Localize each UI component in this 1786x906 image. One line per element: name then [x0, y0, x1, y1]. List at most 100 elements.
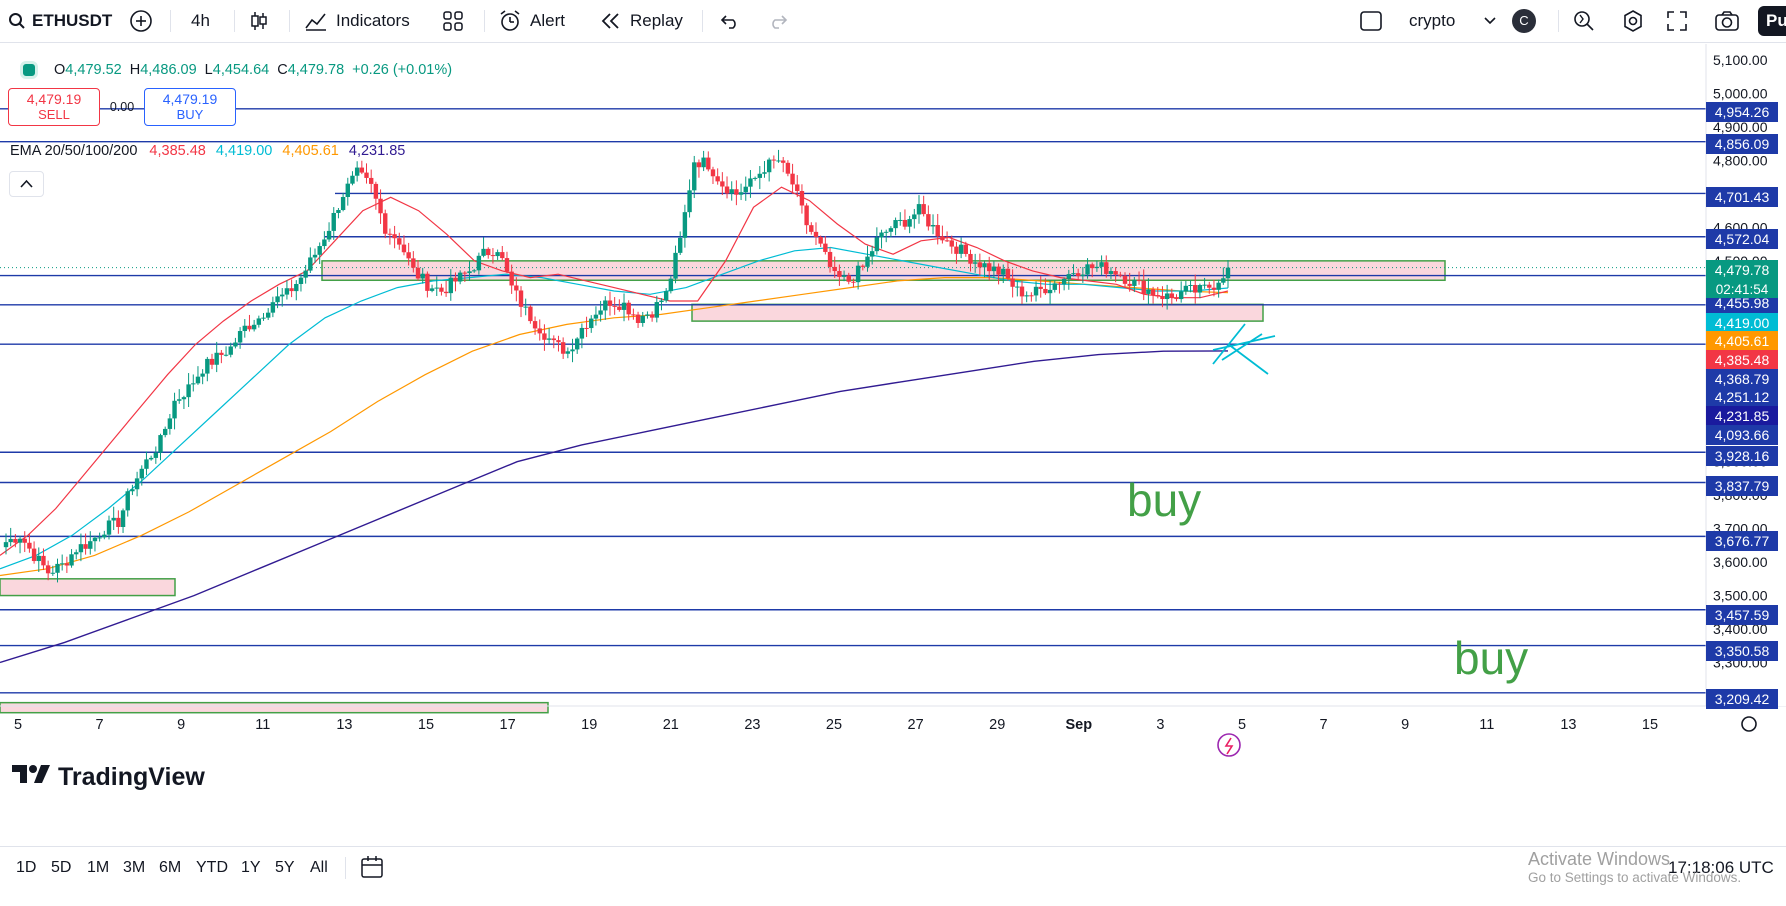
candle-body	[612, 305, 617, 307]
layout-toggle[interactable]	[1359, 0, 1383, 42]
spread-value: 0.00	[109, 100, 135, 114]
sell-button[interactable]: 4,479.19 SELL	[8, 88, 100, 126]
candle	[855, 261, 861, 290]
candle-body	[280, 294, 285, 297]
x-tick-label: 27	[908, 717, 924, 733]
candle	[308, 247, 313, 274]
buy-button[interactable]: 4,479.19 BUY	[144, 88, 236, 126]
candle-body	[958, 244, 964, 254]
collapse-legend-button[interactable]	[9, 171, 44, 197]
range-all[interactable]: All	[310, 847, 328, 889]
alert-button[interactable]: Alert	[498, 0, 565, 42]
candle-body	[884, 231, 889, 233]
range-6m[interactable]: 6M	[159, 847, 181, 889]
candle-body	[134, 478, 140, 490]
candle	[17, 535, 23, 554]
candle-body	[869, 251, 875, 257]
candle	[284, 280, 290, 300]
candle-body	[116, 517, 121, 527]
layout-dropdown[interactable]	[1483, 0, 1497, 42]
candle-body	[303, 270, 308, 278]
replay-button[interactable]: Replay	[600, 0, 683, 42]
candle	[88, 531, 93, 555]
redo-button[interactable]	[768, 0, 788, 42]
candle-body	[1113, 271, 1118, 275]
candle-body	[1141, 280, 1146, 294]
candle	[888, 226, 894, 238]
symbol-label: ETHUSDT	[32, 11, 113, 30]
candle-body	[270, 302, 276, 313]
candle	[1015, 281, 1020, 297]
compare-button[interactable]	[129, 0, 153, 42]
range-ytd[interactable]: YTD	[196, 847, 228, 889]
candle	[682, 204, 688, 248]
candle	[345, 177, 350, 206]
candle-body	[991, 266, 997, 272]
candle-body	[846, 275, 851, 282]
candle-body	[59, 563, 65, 565]
settings-button[interactable]	[1621, 0, 1645, 42]
candle-body	[926, 214, 931, 227]
x-tick-label: 3	[1156, 717, 1164, 733]
status-dot	[20, 61, 38, 79]
price-badge-label: 3,457.59	[1715, 607, 1770, 623]
candle	[912, 208, 917, 229]
fullscreen-button[interactable]	[1666, 0, 1688, 42]
candle-body	[1136, 280, 1142, 282]
x-tick-label: 11	[1479, 717, 1494, 733]
candle	[167, 413, 173, 435]
candle-body	[486, 248, 491, 256]
candle-body	[1094, 266, 1100, 269]
date-range-button[interactable]	[360, 847, 386, 889]
candle-body	[411, 258, 416, 268]
candle-body	[223, 354, 229, 356]
x-tick-label: 17	[500, 717, 516, 733]
range-3m[interactable]: 3M	[123, 847, 145, 889]
candle	[734, 180, 739, 206]
candle-body	[598, 310, 603, 315]
range-5d[interactable]: 5D	[51, 847, 71, 889]
range-1d[interactable]: 1D	[16, 847, 36, 889]
candle	[364, 163, 369, 184]
candle	[186, 373, 191, 407]
publish-button[interactable]: Pu	[1758, 0, 1786, 42]
candle-body	[125, 491, 130, 511]
candle-body	[261, 317, 266, 319]
range-5y[interactable]: 5Y	[275, 847, 295, 889]
indicators-button[interactable]: Indicators	[304, 0, 410, 42]
layout-name-button[interactable]: crypto	[1409, 0, 1455, 42]
symbol-search[interactable]: ETHUSDT	[8, 0, 112, 42]
candle-body	[809, 225, 814, 232]
candle-body	[1202, 284, 1207, 286]
change-value: +0.26 (+0.01%)	[352, 62, 453, 78]
snapshot-button[interactable]	[1714, 0, 1740, 42]
candle-body	[1174, 297, 1179, 300]
candle-body	[715, 176, 720, 182]
windows-activation-notice: Activate Windows Go to Settings to activ…	[1528, 849, 1741, 885]
candle-body	[795, 184, 800, 192]
candle-body	[397, 238, 402, 245]
candle	[495, 249, 500, 260]
candle	[74, 549, 79, 560]
search-icon	[8, 12, 26, 30]
candle-body	[191, 383, 196, 385]
candle	[261, 313, 266, 321]
range-1m[interactable]: 1M	[87, 847, 109, 889]
undo-button[interactable]	[720, 0, 740, 42]
quick-search-button[interactable]	[1572, 0, 1596, 42]
candle-body	[111, 517, 116, 521]
price-chart[interactable]: buy buy 5 7 9 11 13 15 17 19 21 23 25 27 29 Sep 3 5 7 9 11 1…	[0, 44, 1786, 846]
chart-type-button[interactable]	[248, 0, 270, 42]
layouts-button[interactable]	[442, 0, 464, 42]
candle	[771, 155, 777, 169]
range-1y[interactable]: 1Y	[241, 847, 261, 889]
layout-name: crypto	[1409, 11, 1456, 30]
interval-button[interactable]: 4h	[191, 0, 210, 42]
candle	[1061, 277, 1067, 291]
candle-body	[1001, 268, 1006, 275]
candle-body	[45, 565, 51, 574]
candle-body	[1216, 282, 1221, 290]
user-avatar[interactable]: C	[1512, 0, 1536, 42]
candle	[59, 554, 65, 571]
candle	[1183, 280, 1189, 295]
